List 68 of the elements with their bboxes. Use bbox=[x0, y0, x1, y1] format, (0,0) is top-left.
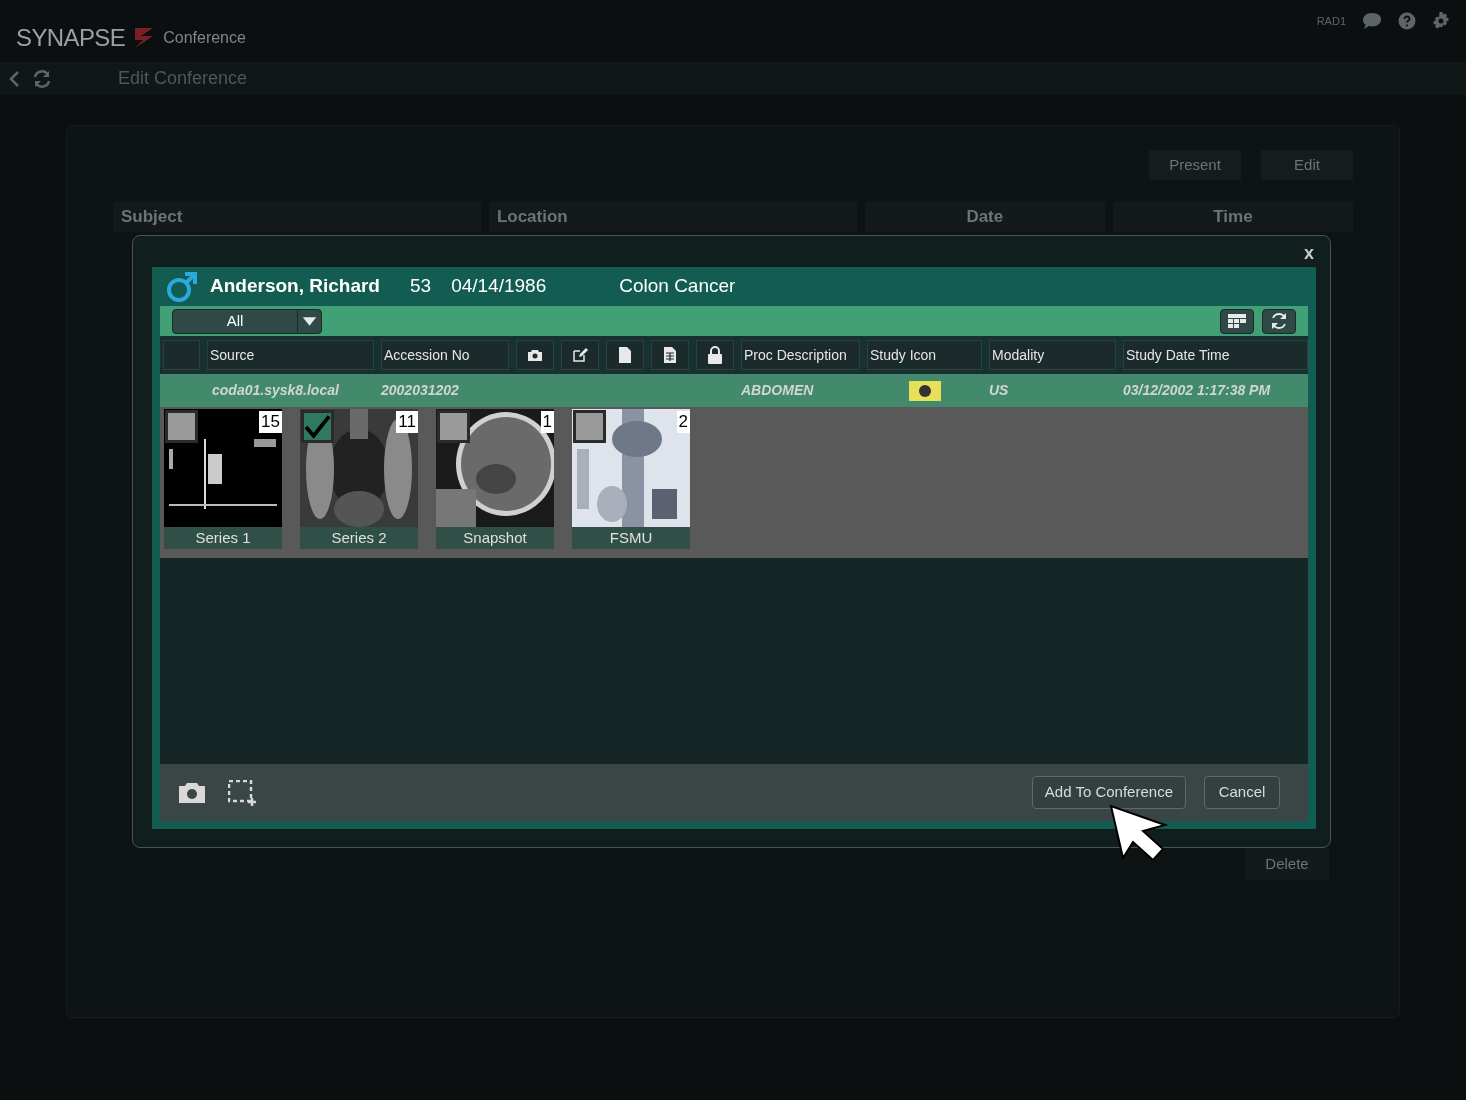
column-header[interactable]: Modality bbox=[989, 340, 1116, 370]
chat-icon[interactable] bbox=[1362, 12, 1382, 30]
column-header-cell[interactable] bbox=[516, 340, 554, 370]
region-select-icon[interactable] bbox=[228, 779, 256, 806]
series-label: Snapshot bbox=[436, 527, 554, 549]
table-cell: ABDOMEN bbox=[741, 382, 814, 398]
column-header[interactable]: Proc Description bbox=[741, 340, 860, 370]
page-title: Edit Conference bbox=[118, 67, 248, 90]
series-thumbnail[interactable]: Series 2 11 bbox=[300, 409, 418, 549]
table-cell: 2002031202 bbox=[381, 382, 459, 398]
image-count: 15 bbox=[259, 411, 282, 433]
grid-icon bbox=[1228, 314, 1246, 328]
back-icon[interactable] bbox=[8, 69, 20, 88]
layout-button[interactable] bbox=[1220, 308, 1254, 334]
column-header: Location bbox=[488, 202, 857, 232]
lock-icon bbox=[708, 346, 722, 364]
close-button[interactable]: x bbox=[1304, 240, 1314, 267]
settings-icon[interactable] bbox=[1432, 12, 1450, 30]
series-checkbox[interactable] bbox=[165, 410, 198, 443]
document-icon bbox=[619, 347, 631, 363]
diagnosis: Colon Cancer bbox=[619, 274, 736, 299]
user-label: RAD1 bbox=[1316, 13, 1346, 29]
brand-logo: SYNAPSE bbox=[16, 23, 126, 53]
column-header: Subject bbox=[113, 202, 481, 232]
column-header[interactable]: Study Icon bbox=[867, 340, 982, 370]
series-thumbnail[interactable]: Series 1 15 bbox=[164, 409, 282, 549]
cancel-button[interactable]: Cancel bbox=[1204, 776, 1280, 809]
series-checkbox[interactable] bbox=[573, 410, 606, 443]
column-header-cell[interactable] bbox=[561, 340, 599, 370]
report-icon bbox=[664, 347, 676, 363]
series-label: Series 1 bbox=[164, 527, 282, 549]
module-title: Conference bbox=[163, 28, 246, 48]
table-cell: 03/12/2002 1:17:38 PM bbox=[1123, 382, 1271, 398]
series-checkbox[interactable] bbox=[437, 410, 470, 443]
delete-button[interactable]: Delete bbox=[1245, 848, 1329, 880]
male-icon bbox=[166, 270, 198, 303]
toolbar-button[interactable]: Present bbox=[1149, 150, 1241, 180]
camera-icon bbox=[527, 348, 543, 362]
image-count: 11 bbox=[396, 411, 418, 433]
patient-age: 53 bbox=[410, 274, 432, 299]
column-header: Date bbox=[864, 202, 1105, 232]
table-cell: coda01.sysk8.local bbox=[212, 382, 339, 398]
column-header-cell[interactable] bbox=[606, 340, 644, 370]
table-cell: US bbox=[989, 382, 1009, 398]
column-header[interactable]: Accession No bbox=[381, 340, 509, 370]
column-header: Time bbox=[1112, 202, 1353, 232]
series-thumbnail[interactable]: Snapshot 1 bbox=[436, 409, 554, 549]
series-checkbox[interactable] bbox=[301, 410, 334, 443]
refresh-icon[interactable] bbox=[32, 68, 52, 89]
column-header[interactable]: Source bbox=[207, 340, 374, 370]
series-thumbnail[interactable]: FSMU 2 bbox=[572, 409, 690, 549]
column-header-cell[interactable] bbox=[651, 340, 689, 370]
toolbar-button[interactable]: Edit bbox=[1261, 150, 1353, 180]
filter-dropdown[interactable]: All bbox=[172, 308, 322, 334]
check-icon bbox=[304, 413, 331, 440]
column-header-cell[interactable] bbox=[696, 340, 734, 370]
camera-icon[interactable] bbox=[178, 781, 206, 804]
study-icon bbox=[908, 380, 941, 401]
patient-birthdate: 04/14/1986 bbox=[451, 274, 547, 299]
edit-icon bbox=[572, 347, 588, 363]
add-to-conference-button[interactable]: Add To Conference bbox=[1031, 776, 1186, 809]
series-label: FSMU bbox=[572, 527, 690, 549]
patient-name: Anderson, Richard bbox=[210, 274, 380, 299]
refresh-button[interactable] bbox=[1262, 308, 1296, 334]
help-icon[interactable] bbox=[1398, 12, 1416, 30]
refresh-icon bbox=[1270, 312, 1288, 330]
series-label: Series 2 bbox=[300, 527, 418, 549]
column-header[interactable]: Study Date Time bbox=[1123, 340, 1308, 370]
